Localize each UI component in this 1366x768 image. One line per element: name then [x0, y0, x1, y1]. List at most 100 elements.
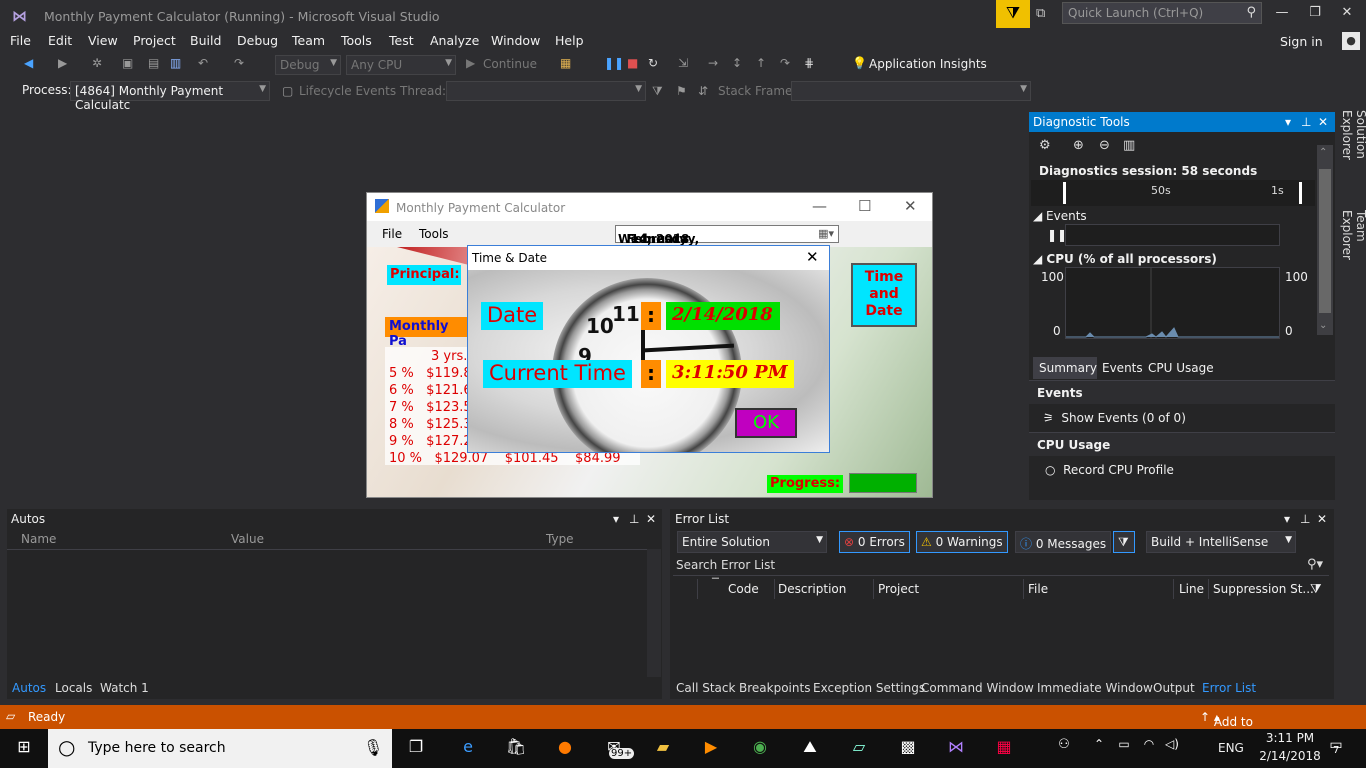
date-picker[interactable]: Wednesday, February 14, 2018 ▦▾	[615, 225, 839, 246]
undo-icon[interactable]: ↶	[198, 56, 208, 70]
clock-date[interactable]: 2/14/2018	[1258, 749, 1322, 763]
process-select[interactable]: [4864] Monthly Payment Calculatc ▼	[70, 81, 270, 112]
settings-icon[interactable]: ⚙	[1039, 138, 1051, 153]
form-menu-tools[interactable]: Tools	[419, 227, 449, 241]
feedback-icon[interactable]: ⧉	[1036, 6, 1045, 21]
menu-analyze[interactable]: Analyze	[430, 33, 479, 48]
restart-icon[interactable]: ↻	[648, 56, 658, 70]
ok-button[interactable]: OK	[735, 408, 797, 438]
pin-icon[interactable]: ⊥	[1301, 115, 1311, 129]
minimize-icon[interactable]: —	[1272, 5, 1292, 20]
profile-icon[interactable]: ●	[1342, 32, 1360, 50]
warnings-filter-button[interactable]: ⚠ 0 Warnings	[916, 531, 1008, 553]
timeline-end-handle[interactable]	[1299, 182, 1302, 204]
visual-studio-taskbar-icon[interactable]: ⋈	[942, 737, 970, 756]
menu-test[interactable]: Test	[389, 33, 414, 48]
file-explorer-icon[interactable]: ▰	[649, 737, 677, 756]
tab-call-stack[interactable]: Call Stack	[676, 681, 735, 695]
close-panel-icon[interactable]: ✕	[646, 512, 656, 526]
people-icon[interactable]: ⚇	[1050, 737, 1078, 752]
scope-select[interactable]: Entire Solution ▼	[677, 531, 827, 553]
configuration-select[interactable]: Debug ▼	[275, 55, 341, 75]
flag-icon[interactable]: ⚑	[676, 84, 687, 98]
quick-launch-input[interactable]: Quick Launch (Ctrl+Q) ⚲	[1062, 2, 1262, 24]
maximize-icon[interactable]: ❐	[1305, 5, 1325, 20]
tab-exception-settings[interactable]: Exception Settings	[813, 681, 925, 695]
menu-tools[interactable]: Tools	[341, 33, 372, 48]
menu-build[interactable]: Build	[190, 33, 221, 48]
tab-events[interactable]: Events	[1102, 361, 1143, 375]
notification-filter-icon[interactable]: ⧩	[996, 0, 1030, 28]
pause-icon[interactable]: ❚❚	[604, 56, 624, 70]
diagnostics-scrollbar[interactable]	[1317, 145, 1333, 335]
tab-cpu-usage[interactable]: CPU Usage	[1148, 361, 1214, 375]
continue-button[interactable]: Continue	[483, 57, 537, 71]
lifecycle-icon[interactable]: ▢	[282, 84, 293, 98]
show-next-statement-icon[interactable]: ⇲	[678, 56, 688, 70]
clock-time[interactable]: 3:11 PM	[1258, 731, 1322, 745]
column-file[interactable]: File	[1028, 582, 1048, 596]
7zip-icon[interactable]: ▩	[894, 737, 922, 756]
save-all-icon[interactable]: ▥	[170, 56, 181, 70]
column-filter-icon[interactable]: ⧩	[1310, 582, 1322, 597]
scrollbar-thumb[interactable]	[1319, 169, 1331, 313]
notepad-icon[interactable]: ▱	[845, 737, 873, 756]
step-out-icon[interactable]: ↑	[756, 56, 766, 70]
open-icon[interactable]: ▣	[122, 56, 133, 70]
tab-autos[interactable]: Autos	[12, 681, 46, 695]
menu-edit[interactable]: Edit	[48, 33, 72, 48]
tab-output[interactable]: Output	[1153, 681, 1195, 695]
stack-frame-select[interactable]: ▼	[791, 81, 1031, 101]
column-type[interactable]: Type	[546, 532, 574, 546]
pin-icon[interactable]: ⊥	[1300, 512, 1310, 526]
form-close-icon[interactable]: ✕	[904, 197, 917, 215]
timeline-start-handle[interactable]	[1063, 182, 1066, 204]
form-minimize-icon[interactable]: —	[812, 197, 827, 215]
reset-view-icon[interactable]: ▥	[1123, 138, 1135, 153]
tray-expand-icon[interactable]: ⌃	[1085, 737, 1113, 751]
show-events-link[interactable]: ⚞ Show Events (0 of 0)	[1043, 411, 1186, 425]
scroll-down-icon[interactable]: ⌄	[1319, 320, 1327, 331]
events-section-toggle[interactable]: ◢ Events	[1033, 209, 1087, 223]
tab-solution-explorer[interactable]: Solution Explorer	[1340, 110, 1366, 160]
errors-filter-button[interactable]: ⊗ 0 Errors	[839, 531, 910, 553]
language-indicator[interactable]: ENG	[1218, 741, 1244, 755]
menu-project[interactable]: Project	[133, 33, 176, 48]
close-panel-icon[interactable]: ✕	[1317, 512, 1327, 526]
tab-error-list[interactable]: Error List	[1202, 681, 1256, 695]
menu-help[interactable]: Help	[555, 33, 584, 48]
column-suppression-state[interactable]: Suppression St...	[1213, 582, 1314, 596]
column-description[interactable]: Description	[778, 582, 846, 596]
messages-filter-button[interactable]: ⓘ 0 Messages	[1015, 531, 1112, 553]
lifecycle-events-button[interactable]: Lifecycle Events	[299, 84, 396, 98]
tab-breakpoints[interactable]: Breakpoints	[739, 681, 810, 695]
column-value[interactable]: Value	[231, 532, 264, 546]
form-menu-file[interactable]: File	[382, 227, 402, 241]
thread-select[interactable]: ▼	[446, 81, 646, 101]
filter-toggle-icon[interactable]: ⧩	[1113, 531, 1135, 553]
close-panel-icon[interactable]: ✕	[1318, 115, 1328, 129]
forward-icon[interactable]: ▶	[58, 56, 67, 70]
threads-icon[interactable]: ⋕	[804, 56, 814, 70]
volume-icon[interactable]: ◁)	[1158, 737, 1186, 751]
tab-summary[interactable]: Summary	[1039, 361, 1097, 375]
menu-debug[interactable]: Debug	[237, 33, 278, 48]
process-icon[interactable]: ▦	[560, 56, 571, 70]
stack-icon[interactable]: ⇵	[698, 84, 708, 98]
application-insights-button[interactable]: Application Insights	[869, 57, 987, 71]
task-view-icon[interactable]: ❐	[402, 737, 430, 756]
autos-scrollbar[interactable]	[647, 549, 661, 677]
tab-watch-1[interactable]: Watch 1	[100, 681, 149, 695]
media-player-icon[interactable]: ▶	[697, 737, 725, 756]
photos-icon[interactable]: ⛰	[796, 737, 824, 757]
record-cpu-profile-link[interactable]: ○ Record CPU Profile	[1045, 463, 1174, 477]
dropdown-icon[interactable]: ▾	[1284, 512, 1290, 526]
zoom-in-icon[interactable]: ⊕	[1073, 138, 1084, 153]
dropdown-icon[interactable]: ▾	[613, 512, 619, 526]
dialog-close-icon[interactable]: ✕	[806, 248, 819, 266]
new-project-icon[interactable]: ✲	[92, 56, 102, 70]
step-into-icon[interactable]: →	[708, 56, 718, 70]
redo-icon[interactable]: ↷	[234, 56, 244, 70]
hex-icon[interactable]: ↷	[780, 56, 790, 70]
save-icon[interactable]: ▤	[148, 56, 159, 70]
